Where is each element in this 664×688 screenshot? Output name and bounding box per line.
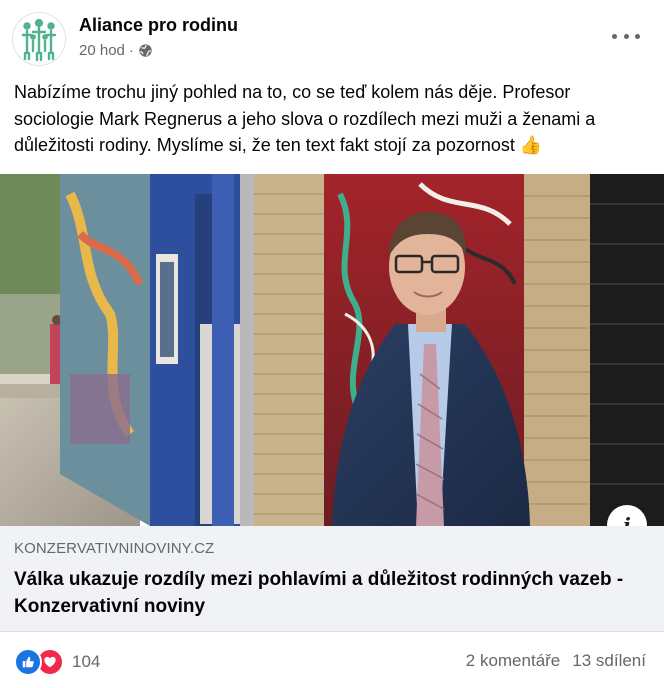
thumbs-up-emoji: 👍 (519, 135, 543, 155)
post-meta: 20 hod · (79, 42, 153, 59)
globe-icon[interactable] (138, 43, 153, 58)
link-preview-image[interactable] (0, 174, 664, 526)
page-name[interactable]: Aliance pro rodinu (79, 15, 238, 36)
like-icon (14, 648, 42, 676)
more-options-button[interactable] (612, 26, 640, 46)
photo-illustration (0, 174, 664, 526)
facebook-post: Aliance pro rodinu 20 hod · Nabízíme tro… (0, 0, 664, 688)
engagement-counts: 2 komentáře 13 sdílení (466, 651, 646, 671)
family-logo-icon (21, 18, 57, 62)
link-card[interactable]: KONZERVATIVNINOVINY.CZ Válka ukazuje roz… (0, 526, 664, 631)
reactions-summary[interactable]: 104 (14, 648, 100, 676)
reaction-count[interactable]: 104 (72, 652, 100, 672)
post-footer: 104 2 komentáře 13 sdílení (0, 632, 664, 688)
link-title[interactable]: Válka ukazuje rozdíly mezi pohlavími a d… (14, 566, 634, 620)
comments-count[interactable]: 2 komentáře (466, 651, 561, 671)
post-time[interactable]: 20 hod (79, 42, 125, 59)
post-header: Aliance pro rodinu 20 hod · (0, 0, 664, 70)
shares-count[interactable]: 13 sdílení (572, 651, 646, 671)
link-domain: KONZERVATIVNINOVINY.CZ (14, 540, 215, 557)
post-body-text: Nabízíme trochu jiný pohled na to, co se… (14, 82, 596, 155)
more-dot (635, 33, 640, 39)
post-text: Nabízíme trochu jiný pohled na to, co se… (14, 79, 654, 159)
more-dot (623, 33, 629, 39)
meta-separator: · (128, 42, 134, 59)
more-dot (612, 33, 617, 39)
page-avatar[interactable] (12, 12, 66, 66)
